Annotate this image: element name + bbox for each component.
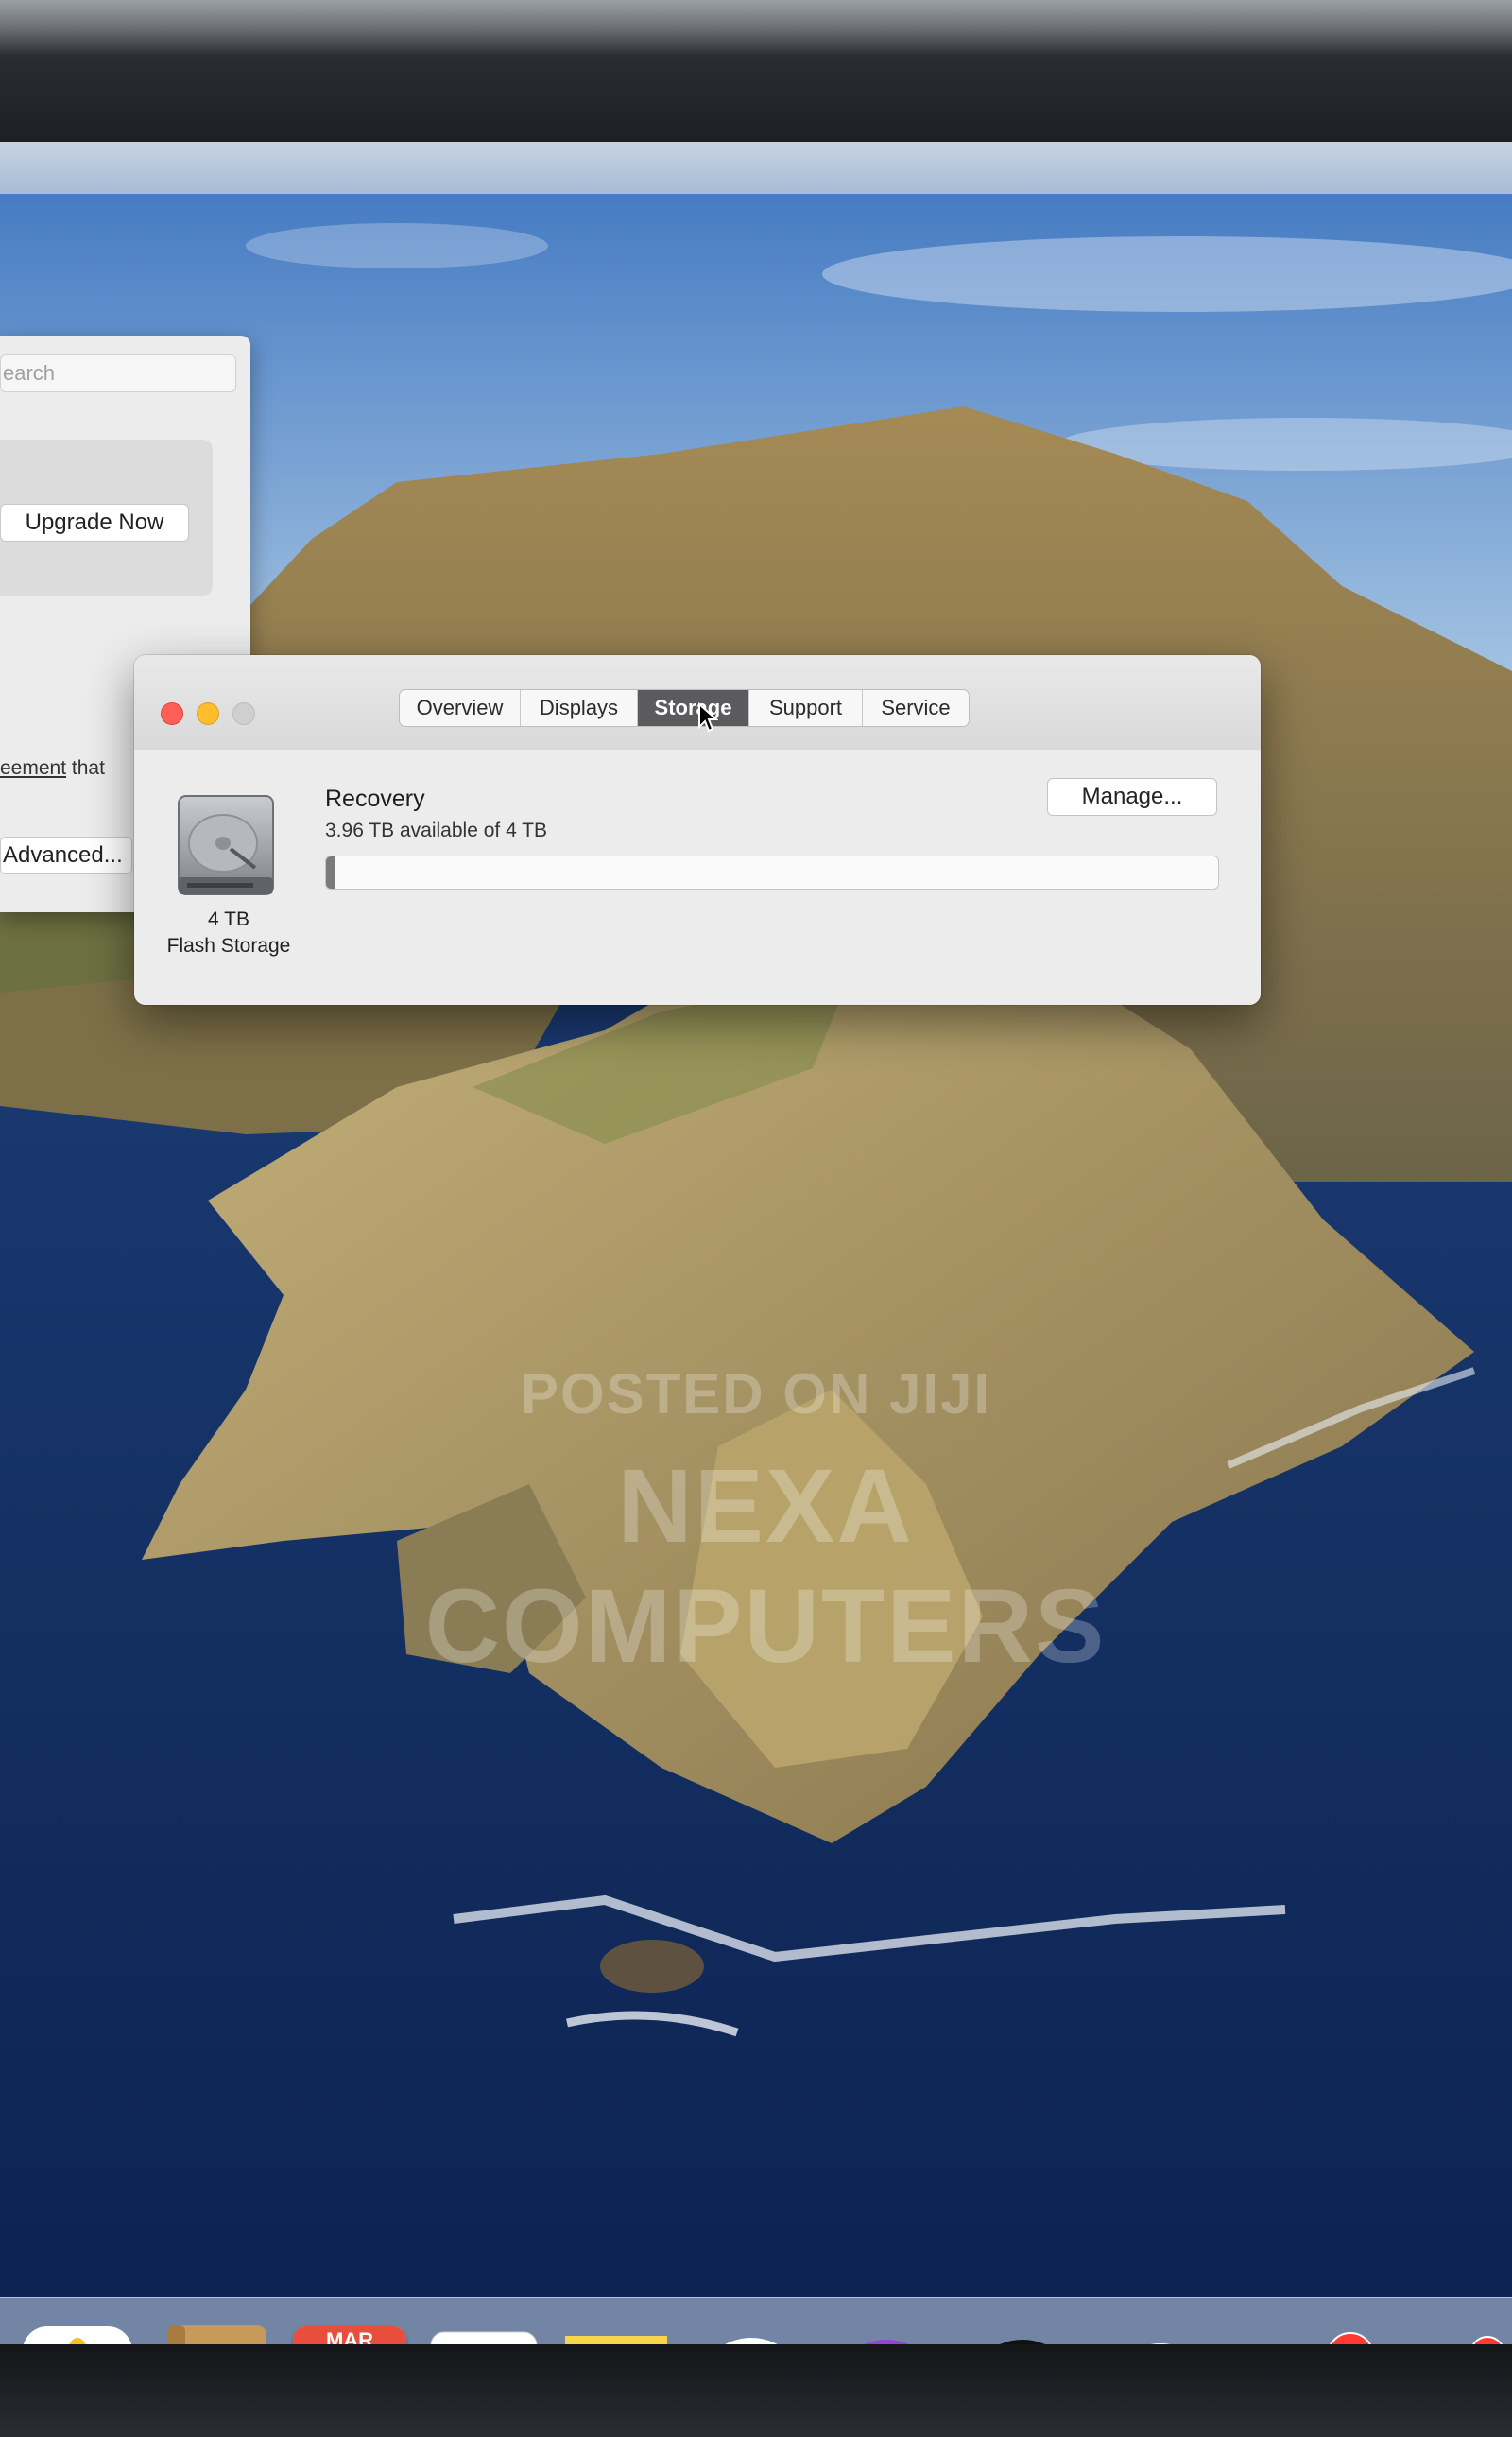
about-this-mac-window[interactable]: Overview Displays Storage Support Servic… bbox=[134, 655, 1261, 1005]
search-field[interactable]: earch bbox=[0, 354, 236, 392]
segmented-tab-bar: Overview Displays Storage Support Servic… bbox=[399, 689, 970, 727]
watermark-brand: NEXA COMPUTERS bbox=[424, 1448, 1107, 1685]
tab-overview[interactable]: Overview bbox=[400, 690, 521, 726]
drive-capacity-label: 4 TB bbox=[208, 908, 249, 930]
storage-pane: 4 TB Flash Storage Recovery 3.96 TB avai… bbox=[134, 750, 1261, 1005]
storage-usage-bar bbox=[325, 856, 1219, 890]
zoom-button[interactable] bbox=[232, 702, 255, 725]
volume-available-text: 3.96 TB available of 4 TB bbox=[325, 820, 548, 841]
mouse-pointer-icon bbox=[698, 702, 718, 733]
storage-used-segment bbox=[326, 856, 335, 889]
agreement-link[interactable]: eement bbox=[0, 757, 66, 779]
close-button[interactable] bbox=[161, 702, 183, 725]
agreement-text: eement that bbox=[0, 757, 105, 780]
screen-top-strip bbox=[0, 142, 1512, 194]
tab-service[interactable]: Service bbox=[863, 690, 969, 726]
agreement-trailing-text: that bbox=[66, 757, 105, 779]
hard-drive-icon bbox=[178, 795, 274, 895]
tab-storage[interactable]: Storage bbox=[638, 690, 749, 726]
desktop: earch Upgrade Now eement that Advanced..… bbox=[0, 142, 1512, 2354]
manage-button[interactable]: Manage... bbox=[1047, 778, 1217, 816]
watermark-posted: POSTED ON JIJI bbox=[520, 1362, 992, 1426]
monitor-bezel-bottom bbox=[0, 2344, 1512, 2437]
tab-support[interactable]: Support bbox=[749, 690, 863, 726]
advanced-button[interactable]: Advanced... bbox=[0, 837, 132, 874]
volume-name: Recovery bbox=[325, 786, 425, 812]
upgrade-now-button[interactable]: Upgrade Now bbox=[0, 504, 189, 542]
window-titlebar[interactable]: Overview Displays Storage Support Servic… bbox=[134, 655, 1261, 751]
tab-displays[interactable]: Displays bbox=[521, 690, 638, 726]
minimize-button[interactable] bbox=[197, 702, 219, 725]
monitor-bezel-top bbox=[0, 0, 1512, 161]
drive-type-label: Flash Storage bbox=[166, 935, 291, 957]
